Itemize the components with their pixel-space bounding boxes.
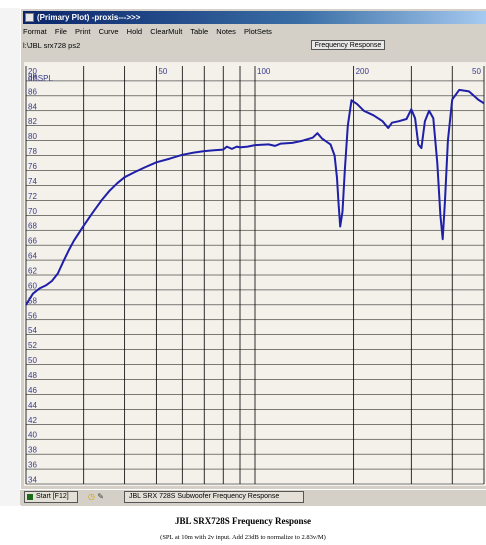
file-row: l:\JBL srx728 ps2: [23, 39, 486, 52]
y-tick-label: 72: [28, 192, 37, 201]
x-tick-label: 200: [356, 67, 370, 76]
x-tick-label: 50: [158, 67, 167, 76]
window-title: (Primary Plot) -proxis--->>>: [37, 13, 141, 22]
y-tick-label: 34: [28, 476, 37, 485]
tool-icon[interactable]: ✎: [97, 492, 104, 501]
taskbar: Start [F12] ◷ ✎ JBL SRX 728S Subwoofer F…: [20, 489, 486, 505]
menu-hold[interactable]: Hold: [127, 27, 142, 36]
y-tick-label: 46: [28, 386, 37, 395]
menu-clearmult[interactable]: ClearMult: [150, 27, 182, 36]
quick-launch: ◷ ✎: [88, 492, 116, 502]
y-axis-title: dBSPL: [28, 74, 53, 83]
taskbar-item[interactable]: JBL SRX 728S Subwoofer Frequency Respons…: [124, 491, 304, 503]
y-tick-label: 76: [28, 162, 37, 171]
y-tick-label: 56: [28, 311, 37, 320]
y-tick-label: 50: [28, 356, 37, 365]
menu-bar: Format File Print Curve Hold ClearMult T…: [23, 25, 278, 38]
y-tick-label: 42: [28, 416, 37, 425]
y-tick-label: 48: [28, 371, 37, 380]
start-icon: [27, 494, 33, 500]
y-tick-label: 60: [28, 281, 37, 290]
taskbar-item-label: JBL SRX 728S Subwoofer Frequency Respons…: [129, 493, 280, 500]
y-tick-label: 86: [28, 87, 37, 96]
clock-icon[interactable]: ◷: [88, 492, 95, 501]
y-tick-label: 40: [28, 431, 37, 440]
y-tick-label: 74: [28, 177, 37, 186]
y-tick-label: 84: [28, 102, 37, 111]
menu-format[interactable]: Format: [23, 27, 47, 36]
menu-file[interactable]: File: [55, 27, 67, 36]
y-tick-label: 80: [28, 132, 37, 141]
y-tick-label: 64: [28, 252, 37, 261]
frequency-response-plot: 3436384042444648505254565860626466687072…: [24, 62, 486, 486]
screenshot: (Primary Plot) -proxis--->>> Format File…: [0, 0, 486, 545]
menu-curve[interactable]: Curve: [99, 27, 119, 36]
x-tick-label: 50: [472, 67, 481, 76]
app-icon: [25, 13, 34, 22]
menu-table[interactable]: Table: [190, 27, 208, 36]
y-tick-label: 36: [28, 461, 37, 470]
figure-caption-subtitle: (SPL at 10m with 2v input. Add 23dB to n…: [160, 534, 326, 541]
y-tick-label: 38: [28, 446, 37, 455]
y-tick-label: 52: [28, 341, 37, 350]
file-name: l:\JBL srx728 ps2: [23, 41, 81, 50]
y-tick-label: 82: [28, 117, 37, 126]
window-titlebar[interactable]: (Primary Plot) -proxis--->>>: [23, 11, 486, 24]
y-tick-label: 68: [28, 222, 37, 231]
menu-print[interactable]: Print: [75, 27, 90, 36]
view-mode-label: Frequency Response: [314, 42, 382, 49]
start-label: Start [F12]: [36, 493, 69, 500]
y-tick-label: 44: [28, 401, 37, 410]
y-tick-label: 62: [28, 267, 37, 276]
view-mode-box[interactable]: Frequency Response: [311, 40, 385, 50]
start-button[interactable]: Start [F12]: [24, 491, 78, 503]
y-tick-label: 70: [28, 207, 37, 216]
menu-notes[interactable]: Notes: [216, 27, 236, 36]
figure-caption-title: JBL SRX728S Frequency Response: [174, 516, 312, 526]
y-tick-label: 66: [28, 237, 37, 246]
x-tick-label: 100: [257, 67, 271, 76]
y-tick-label: 78: [28, 147, 37, 156]
menu-plotsets[interactable]: PlotSets: [244, 27, 272, 36]
y-tick-label: 54: [28, 326, 37, 335]
left-margin: [0, 8, 20, 506]
